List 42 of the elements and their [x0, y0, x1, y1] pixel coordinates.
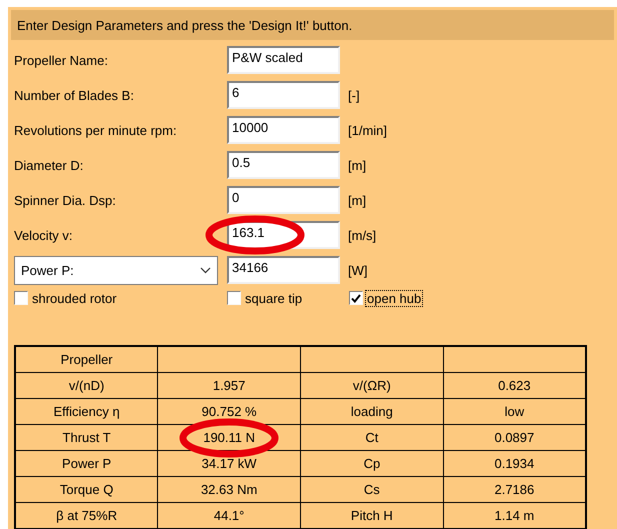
- table-cell: Ct: [300, 424, 444, 450]
- input-field[interactable]: 6: [227, 81, 340, 109]
- instruction-banner: Enter Design Parameters and press the 'Design It!' button.: [11, 10, 614, 40]
- checkbox[interactable]: [14, 291, 28, 305]
- input-field[interactable]: P&W scaled: [227, 46, 340, 74]
- field-label: Spinner Dia. Dsp:: [14, 192, 117, 208]
- input-field[interactable]: 10000: [227, 116, 340, 144]
- field-label: Revolutions per minute rpm:: [14, 122, 178, 138]
- table-cell: Thrust T: [15, 424, 158, 450]
- table-cell: loading: [300, 398, 444, 424]
- unit-label: [m]: [348, 158, 366, 172]
- table-cell: 1.957: [158, 372, 300, 398]
- input-field[interactable]: 0: [227, 186, 340, 214]
- checkbox[interactable]: [227, 291, 241, 305]
- parameter-dropdown[interactable]: Power P:: [14, 256, 218, 284]
- input-field[interactable]: 0.5: [227, 151, 340, 179]
- table-cell: Cs: [300, 476, 444, 502]
- table-cell: v/(nD): [15, 372, 158, 398]
- chevron-down-icon: [200, 266, 211, 274]
- field-label: Propeller Name:: [14, 52, 109, 68]
- table-cell: 90.752 %: [158, 398, 300, 424]
- unit-label: [W]: [348, 262, 368, 278]
- table-cell: Propeller: [15, 346, 158, 372]
- checkbox[interactable]: [349, 291, 363, 305]
- table-cell: 32.63 Nm: [158, 476, 300, 502]
- field-label: Diameter D:: [14, 158, 84, 172]
- table-cell: Power P: [15, 450, 158, 476]
- table-cell: Torque Q: [15, 476, 158, 502]
- unit-label: [m/s]: [348, 228, 376, 242]
- field-label: Velocity v:: [14, 228, 74, 242]
- field-label: Number of Blades B:: [14, 88, 135, 102]
- table-cell: 34.17 kW: [158, 450, 300, 476]
- checkbox-label: open hub: [365, 290, 424, 306]
- input-field[interactable]: 34166: [227, 256, 340, 284]
- checkbox-label: shrouded rotor: [31, 290, 118, 306]
- unit-label: [-]: [348, 88, 360, 102]
- table-cell: v/(ΩR): [300, 372, 444, 398]
- unit-label: [1/min]: [348, 122, 388, 138]
- table-cell: Cp: [300, 450, 444, 476]
- unit-label: [m]: [348, 192, 366, 208]
- checkbox-label: square tip: [244, 290, 304, 306]
- table-cell: Efficiency η: [15, 398, 158, 424]
